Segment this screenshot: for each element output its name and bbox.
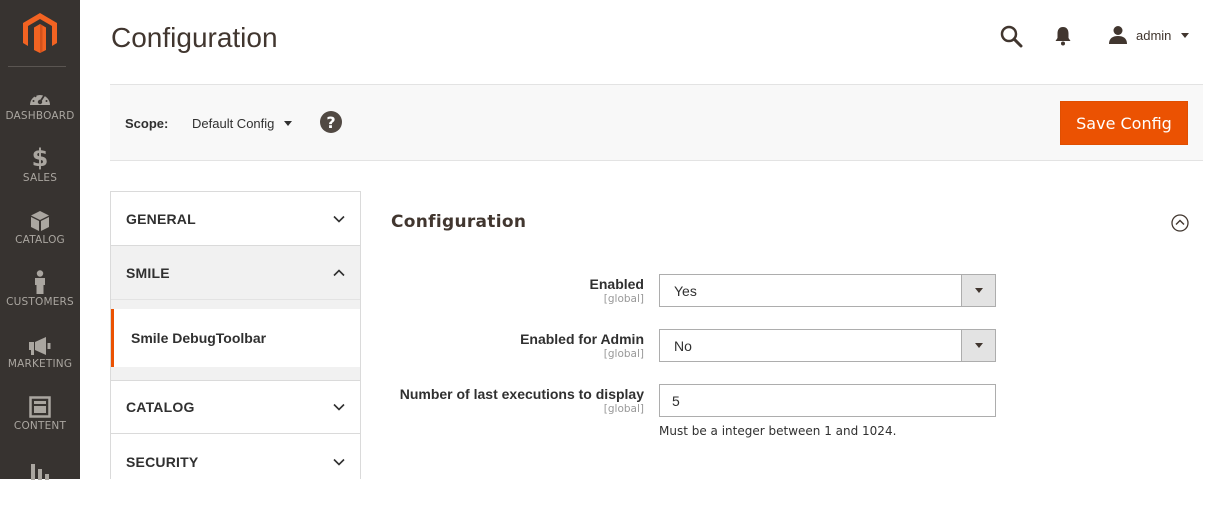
nav-item-sales[interactable]: $ SALES	[0, 142, 80, 204]
config-tabs: GENERAL SMILE Smile DebugToolbar CATALOG…	[110, 191, 361, 479]
enabled-select[interactable]: Yes	[659, 274, 996, 307]
magento-logo[interactable]	[0, 0, 80, 66]
field-scope: [global]	[603, 403, 644, 415]
bell-icon	[1055, 27, 1071, 46]
admin-username: admin	[1136, 27, 1172, 43]
field-label-text: Number of last executions to display	[399, 386, 644, 402]
dashboard-gauge-icon	[30, 93, 50, 105]
enabled-for-admin-select[interactable]: No	[659, 329, 996, 362]
layout-icon	[29, 396, 51, 418]
dollar-icon: $	[31, 144, 49, 172]
nav-item-marketing[interactable]: MARKETING	[0, 328, 80, 390]
bar-chart-icon	[31, 464, 49, 480]
field-label-enabled-for-admin: Enabled for Admin [global]	[520, 331, 644, 360]
magento-logo-icon	[23, 13, 57, 53]
chevron-down-icon	[333, 458, 345, 466]
scope-switcher[interactable]: Default Config	[192, 116, 293, 131]
field-label-enabled: Enabled [global]	[590, 276, 644, 305]
field-note: Must be a integer between 1 and 1024.	[659, 424, 897, 438]
select-value: No	[674, 337, 692, 354]
tab-smile[interactable]: SMILE	[111, 246, 360, 300]
nav-item-label: SALES	[22, 172, 58, 184]
nav-item-label: CUSTOMERS	[6, 296, 74, 308]
chevron-up-icon	[333, 268, 345, 276]
select-value: Yes	[674, 282, 697, 299]
tab-smile-items: Smile DebugToolbar	[111, 300, 360, 380]
box-icon	[31, 211, 49, 231]
number-of-executions-input[interactable]	[659, 384, 996, 417]
chevron-down-icon	[974, 343, 983, 348]
scope-toolbar: Scope: Default Config ? Save Config	[110, 84, 1203, 161]
nav-item-customers[interactable]: CUSTOMERS	[0, 266, 80, 328]
tab-item-smile-debugtoolbar[interactable]: Smile DebugToolbar	[111, 309, 360, 367]
notifications-button[interactable]	[1053, 25, 1073, 47]
field-scope: [global]	[603, 348, 644, 360]
nav-item-label: CATALOG	[15, 234, 65, 246]
person-icon	[35, 270, 45, 294]
megaphone-icon	[29, 337, 51, 355]
tab-label: CATALOG	[126, 399, 195, 415]
global-search-button[interactable]	[999, 24, 1023, 48]
section-title[interactable]: Configuration	[391, 212, 526, 232]
chevron-down-icon	[333, 215, 345, 223]
nav-item-label: CONTENT	[13, 420, 67, 432]
nav-item-catalog[interactable]: CATALOG	[0, 204, 80, 266]
field-label-number-of-executions: Number of last executions to display [gl…	[400, 386, 644, 415]
chevron-down-icon	[1181, 32, 1190, 38]
field-label-text: Enabled for Admin	[520, 331, 644, 347]
select-toggle[interactable]	[961, 330, 995, 361]
page-title: Configuration	[111, 22, 278, 53]
select-toggle[interactable]	[961, 275, 995, 306]
field-scope: [global]	[603, 293, 644, 305]
nav-item-label: MARKETING	[7, 358, 73, 370]
chevron-down-icon	[284, 121, 293, 126]
chevron-down-icon	[333, 403, 345, 411]
nav-item-reports[interactable]	[0, 452, 80, 514]
help-icon[interactable]: ?	[320, 111, 342, 133]
tab-label: SMILE	[126, 264, 170, 281]
nav-item-dashboard[interactable]: DASHBOARD	[0, 80, 80, 142]
tab-general[interactable]: GENERAL	[111, 192, 360, 246]
tab-label: SECURITY	[126, 453, 199, 470]
collapse-icon[interactable]	[1171, 214, 1189, 232]
chevron-down-icon	[974, 288, 983, 293]
scope-label: Scope:	[125, 116, 169, 131]
save-config-button[interactable]: Save Config	[1060, 101, 1188, 145]
user-icon	[1109, 26, 1127, 44]
search-icon	[1000, 25, 1023, 48]
tab-security[interactable]: SECURITY	[111, 435, 360, 479]
admin-sidebar: DASHBOARD $ SALES CATALOG CUSTOMERS MARK…	[0, 0, 80, 480]
admin-user-menu[interactable]: admin	[1108, 24, 1190, 46]
nav-divider	[8, 66, 66, 67]
field-label-text: Enabled	[589, 276, 644, 292]
nav-item-label: DASHBOARD	[5, 110, 75, 122]
nav-item-content[interactable]: CONTENT	[0, 390, 80, 452]
scope-value: Default Config	[192, 116, 275, 131]
tab-label: GENERAL	[126, 210, 196, 227]
tab-catalog[interactable]: CATALOG	[111, 380, 360, 434]
